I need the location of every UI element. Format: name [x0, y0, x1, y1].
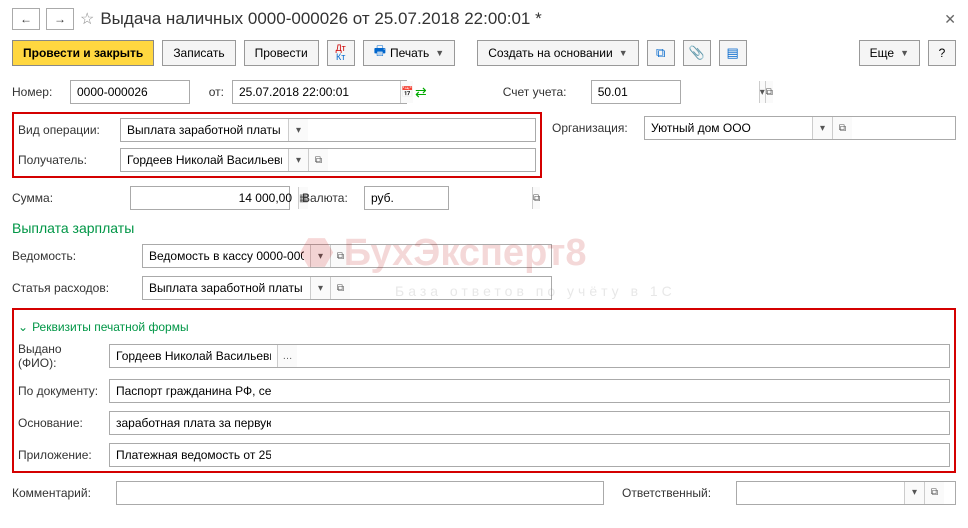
vedomost-input[interactable] [143, 245, 310, 267]
related-button[interactable]: ⧉ [647, 40, 675, 66]
responsible-input[interactable] [737, 482, 904, 504]
open-icon[interactable]: ⧉ [832, 117, 852, 139]
list-icon: ▤ [726, 45, 738, 61]
operation-type-label: Вид операции: [18, 123, 114, 137]
posted-check-icon: ⇄ [415, 84, 427, 101]
favorite-star-icon[interactable]: ☆ [80, 9, 94, 29]
attach-button[interactable]: 📎 [683, 40, 711, 66]
list-view-button[interactable]: ▤ [719, 40, 747, 66]
responsible-label: Ответственный: [622, 486, 728, 500]
account-label: Счет учета: [503, 85, 583, 99]
open-icon[interactable]: ⧉ [330, 277, 350, 299]
post-and-close-button[interactable]: Провести и закрыть [12, 40, 154, 66]
vedomost-label: Ведомость: [12, 249, 134, 263]
basis-label: Основание: [18, 416, 103, 430]
chevron-down-icon: ⌄ [18, 320, 28, 334]
expense-input[interactable] [143, 277, 310, 299]
sum-input[interactable] [131, 187, 298, 209]
currency-input[interactable] [365, 187, 532, 209]
recipient-label: Получатель: [18, 153, 114, 167]
bydoc-input[interactable] [110, 380, 277, 402]
chevron-down-icon: ▼ [900, 48, 909, 58]
page-title: Выдача наличных 0000-000026 от 25.07.201… [100, 9, 938, 29]
dropdown-icon[interactable]: ▾ [310, 245, 330, 267]
create-based-button[interactable]: Создать на основании▼ [477, 40, 638, 66]
open-icon[interactable]: ⧉ [330, 245, 350, 267]
calendar-icon[interactable]: 📅 [400, 81, 413, 103]
organization-input[interactable] [645, 117, 812, 139]
close-icon[interactable]: ✕ [944, 11, 956, 28]
nav-forward-button[interactable]: → [46, 8, 74, 30]
save-button[interactable]: Записать [162, 40, 235, 66]
comment-label: Комментарий: [12, 486, 108, 500]
salary-section-title: Выплата зарплаты [12, 220, 956, 236]
more-button[interactable]: Еще▼ [859, 40, 920, 66]
expense-label: Статья расходов: [12, 281, 134, 295]
nav-back-button[interactable]: ← [12, 8, 40, 30]
open-icon[interactable]: ⧉ [765, 81, 773, 103]
number-label: Номер: [12, 85, 62, 99]
issued-input[interactable] [110, 345, 277, 367]
post-button[interactable]: Провести [244, 40, 319, 66]
chevron-down-icon: ▼ [619, 48, 628, 58]
attach-input[interactable] [110, 444, 277, 466]
currency-label: Валюта: [302, 191, 356, 205]
print-form-toggle[interactable]: ⌄ Реквизиты печатной формы [18, 320, 950, 334]
bydoc-label: По документу: [18, 384, 103, 398]
date-input[interactable] [233, 81, 400, 103]
open-icon[interactable]: ⧉ [308, 149, 328, 171]
basis-input[interactable] [110, 412, 277, 434]
organization-label: Организация: [552, 121, 638, 135]
dtkt-button[interactable]: ДтКт [327, 40, 355, 66]
dropdown-icon[interactable]: ▾ [812, 117, 832, 139]
dropdown-icon[interactable]: ▾ [904, 482, 924, 504]
related-icon: ⧉ [656, 45, 665, 61]
account-input[interactable] [592, 81, 759, 103]
paperclip-icon: 📎 [689, 45, 705, 61]
dropdown-icon[interactable]: ▾ [288, 119, 308, 141]
help-button[interactable]: ? [928, 40, 956, 66]
date-label: от: [198, 85, 224, 99]
sum-label: Сумма: [12, 191, 122, 205]
chevron-down-icon: ▼ [435, 48, 444, 58]
operation-type-input[interactable] [121, 119, 288, 141]
dropdown-icon[interactable]: ▾ [310, 277, 330, 299]
more-dots-icon[interactable]: … [277, 345, 297, 367]
recipient-input[interactable] [121, 149, 288, 171]
print-button[interactable]: 🖶Печать▼ [363, 40, 456, 66]
open-icon[interactable]: ⧉ [924, 482, 944, 504]
printer-icon: 🖶 [374, 42, 386, 64]
comment-input[interactable] [117, 482, 284, 504]
open-icon[interactable]: ⧉ [532, 187, 540, 209]
dropdown-icon[interactable]: ▾ [288, 149, 308, 171]
issued-label: Выдано (ФИО): [18, 342, 103, 371]
attach-label: Приложение: [18, 448, 103, 462]
